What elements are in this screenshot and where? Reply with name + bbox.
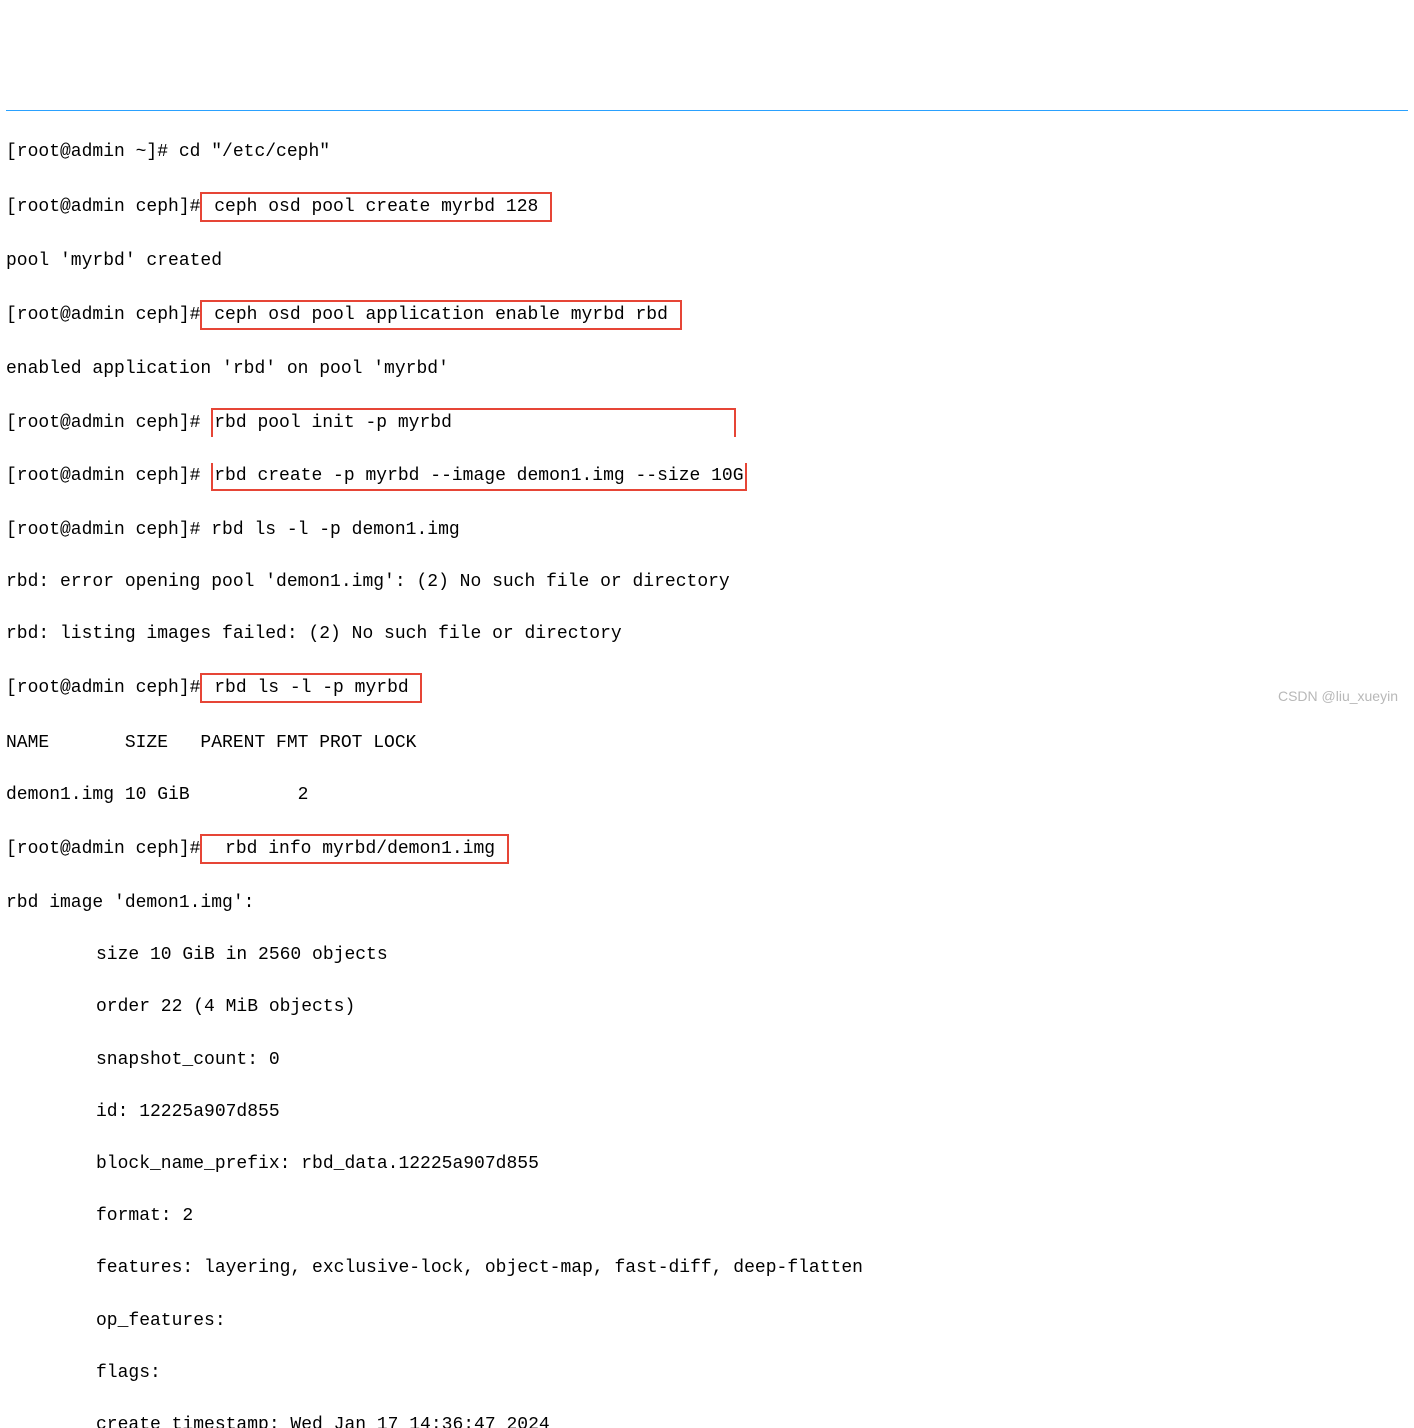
cmd-line-8: [root@admin ceph]# rbd ls -l -p demon1.i… [6,517,1408,543]
info-line: id: 12225a907d855 [96,1099,1408,1125]
info-line: size 10 GiB in 2560 objects [96,942,1408,968]
prompt: [root@admin ceph]# [6,839,200,859]
command-text: cd "/etc/ceph" [179,142,330,162]
prompt: [root@admin ceph]# [6,413,211,433]
cmd-line-6: [root@admin ceph]# rbd pool init -p myrb… [6,408,1408,436]
highlighted-command: rbd info myrbd/demon1.img [200,834,508,864]
info-line: features: layering, exclusive-lock, obje… [96,1255,1408,1281]
error-line: rbd: listing images failed: (2) No such … [6,621,1408,647]
highlighted-command: ceph osd pool create myrbd 128 [200,192,552,222]
cmd-line-1: [root@admin ~]# cd "/etc/ceph" [6,139,1408,165]
table-header: NAME SIZE PARENT FMT PROT LOCK [6,730,1408,756]
highlighted-command: rbd pool init -p myrbd [211,408,735,436]
prompt: [root@admin ~]# [6,142,179,162]
output-line: pool 'myrbd' created [6,248,1408,274]
error-line: rbd: error opening pool 'demon1.img': (2… [6,569,1408,595]
output-line: enabled application 'rbd' on pool 'myrbd… [6,356,1408,382]
prompt: [root@admin ceph]# [6,305,200,325]
info-line: flags: [96,1360,1408,1386]
cmd-line-11: [root@admin ceph]# rbd ls -l -p myrbd [6,673,1408,703]
info-line: op_features: [96,1308,1408,1334]
info-line: block_name_prefix: rbd_data.12225a907d85… [96,1151,1408,1177]
highlighted-command: rbd ls -l -p myrbd [200,673,422,703]
prompt: [root@admin ceph]# [6,520,211,540]
output-line: rbd image 'demon1.img': [6,890,1408,916]
cmd-line-2: [root@admin ceph]# ceph osd pool create … [6,192,1408,222]
info-line: format: 2 [96,1203,1408,1229]
watermark: CSDN @liu_xueyin [1278,686,1398,706]
prompt: [root@admin ceph]# [6,466,211,486]
prompt: [root@admin ceph]# [6,678,200,698]
top-separator [6,110,1408,111]
cmd-line-14: [root@admin ceph]# rbd info myrbd/demon1… [6,834,1408,864]
info-line: order 22 (4 MiB objects) [96,994,1408,1020]
info-line: snapshot_count: 0 [96,1047,1408,1073]
command-text: rbd ls -l -p demon1.img [211,520,459,540]
cmd-line-7: [root@admin ceph]# rbd create -p myrbd -… [6,463,1408,491]
prompt: [root@admin ceph]# [6,197,200,217]
table-row: demon1.img 10 GiB 2 [6,782,1408,808]
info-line: create_timestamp: Wed Jan 17 14:36:47 20… [96,1412,1408,1428]
highlighted-command: ceph osd pool application enable myrbd r… [200,300,681,330]
cmd-line-4: [root@admin ceph]# ceph osd pool applica… [6,300,1408,330]
highlighted-command: rbd create -p myrbd --image demon1.img -… [211,463,746,491]
